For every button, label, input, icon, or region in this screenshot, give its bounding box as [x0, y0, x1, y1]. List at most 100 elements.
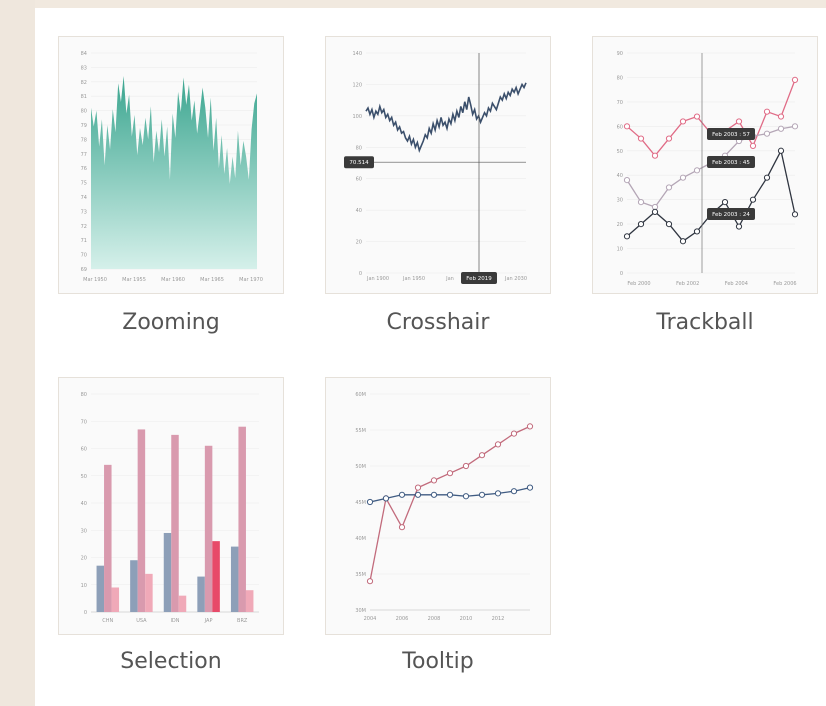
sample-card-tooltip[interactable]: 30M 35M 40M 45M 50M 55M 60M 2004 2006 2008 2010 201…	[325, 377, 551, 689]
y-tick-label: 40	[617, 173, 623, 179]
caption-tooltip: Tooltip	[402, 649, 474, 674]
x-tick-label: Jan 1950	[402, 276, 425, 282]
bar	[104, 464, 112, 612]
y-tick-label: 20	[617, 222, 623, 228]
chart-thumbnail-crosshair[interactable]: 0 20 40 60 80 100 120 140 70.514 Feb 2019 Jan 1900…	[325, 36, 551, 294]
sample-card-crosshair[interactable]: 0 20 40 60 80 100 120 140 70.514 Feb 2019 Jan 1900…	[325, 36, 551, 348]
x-tick-label: Feb 2004	[725, 281, 748, 287]
series-marker	[623, 233, 631, 240]
series-marker	[777, 113, 785, 120]
y-tick-label: 60	[617, 124, 623, 130]
series-marker	[693, 228, 701, 235]
chart-thumbnail-selection[interactable]: 0 10 20 30 40 50 60 70 80 CHN USA IDN JAP BRZ	[58, 377, 284, 635]
y-tick-label: 30M	[355, 608, 366, 614]
y-tick-label: 80	[617, 75, 623, 81]
selected-bar	[212, 541, 220, 612]
bar	[171, 434, 179, 612]
caption-crosshair: Crosshair	[386, 310, 490, 335]
y-tick-label: 100	[352, 114, 362, 120]
series-marker	[693, 167, 701, 174]
y-tick-label: 80	[81, 392, 87, 398]
x-tick-label: Jan	[445, 276, 454, 282]
series-marker	[446, 491, 454, 498]
x-tick-label: Mar 1970	[239, 277, 263, 283]
series-marker	[791, 123, 799, 130]
y-tick-label: 82	[81, 80, 87, 86]
series-marker	[510, 488, 518, 495]
series-marker	[478, 452, 486, 459]
series-marker	[510, 430, 518, 437]
x-tick-label: Feb 2002	[676, 281, 699, 287]
y-tick-label: 40	[356, 208, 362, 214]
series-marker	[665, 221, 673, 228]
series-marker	[366, 578, 374, 585]
y-tick-label: 60M	[355, 392, 366, 398]
series-marker	[777, 147, 785, 154]
series-marker	[665, 184, 673, 191]
x-tick-label: IDN	[170, 618, 179, 624]
series-marker	[721, 199, 729, 206]
y-tick-label: 83	[81, 65, 87, 71]
x-tick-label: BRZ	[237, 618, 248, 624]
sample-card-trackball[interactable]: 0 10 20 30 40 50 60 70 80 90 Feb 2003 : 57 Feb 2003…	[592, 36, 818, 348]
x-tick-label: CHN	[102, 618, 113, 624]
y-tick-label: 80	[81, 109, 87, 115]
y-tick-label: 10	[81, 583, 87, 589]
bar	[245, 590, 254, 612]
line-series	[369, 425, 531, 582]
series-marker	[430, 491, 438, 498]
series-marker	[763, 130, 771, 137]
series-marker	[398, 524, 406, 531]
y-tick-label: 50	[81, 474, 87, 480]
bar	[204, 445, 213, 612]
series-marker	[763, 174, 771, 181]
chart-thumbnail-zooming[interactable]: 69 70 71 72 73 74 75 76 77 78 79 80 81 82 83 84 Mar 1950…	[58, 36, 284, 294]
series-marker	[398, 491, 406, 498]
series-marker	[526, 484, 534, 491]
series-marker	[679, 174, 687, 181]
sample-card-zooming[interactable]: 69 70 71 72 73 74 75 76 77 78 79 80 81 82 83 84 Mar 1950…	[58, 36, 284, 348]
x-tick-label: Feb 2000	[627, 281, 650, 287]
series-marker	[749, 196, 757, 203]
bar	[238, 426, 246, 612]
y-tick-label: 40	[81, 501, 87, 507]
y-tick-label: 0	[620, 271, 623, 277]
x-tick-label: 2004	[364, 616, 377, 622]
series-marker	[414, 491, 422, 498]
sample-card-selection[interactable]: 0 10 20 30 40 50 60 70 80 CHN USA IDN JAP BRZ Selecti…	[58, 377, 284, 689]
bar	[145, 573, 153, 612]
series-marker	[462, 493, 470, 500]
y-tick-label: 90	[617, 51, 623, 57]
y-tick-label: 80	[356, 145, 362, 151]
bar	[197, 576, 205, 612]
series-marker	[430, 477, 438, 484]
series-marker	[623, 177, 631, 184]
y-tick-label: 30	[617, 198, 623, 204]
trackball-tooltip-label: Feb 2003 : 24	[712, 212, 750, 218]
series-marker	[735, 223, 743, 230]
y-tick-label: 40M	[355, 536, 366, 542]
series-marker	[651, 208, 659, 215]
x-tick-label: Feb 2006	[773, 281, 796, 287]
chart-thumbnail-tooltip[interactable]: 30M 35M 40M 45M 50M 55M 60M 2004 2006 2008 2010 201…	[325, 377, 551, 635]
chart-thumbnail-trackball[interactable]: 0 10 20 30 40 50 60 70 80 90 Feb 2003 : 57 Feb 2003…	[592, 36, 818, 294]
x-tick-label: Mar 1950	[83, 277, 107, 283]
caption-trackball: Trackball	[656, 310, 754, 335]
series-marker	[494, 490, 502, 497]
x-tick-label: JAP	[204, 618, 213, 624]
y-tick-label: 60	[81, 447, 87, 453]
series-marker	[478, 491, 486, 498]
y-tick-label: 60	[356, 177, 362, 183]
caption-zooming: Zooming	[122, 310, 220, 335]
crosshair-x-label: Feb 2019	[466, 276, 492, 282]
y-tick-label: 78	[81, 137, 87, 143]
series-marker	[651, 152, 659, 159]
y-tick-label: 74	[81, 195, 87, 201]
y-tick-label: 69	[81, 267, 87, 273]
y-tick-label: 71	[81, 238, 87, 244]
y-tick-label: 72	[81, 224, 87, 230]
caption-selection: Selection	[120, 649, 222, 674]
series-marker	[637, 135, 645, 142]
y-tick-label: 79	[81, 123, 87, 129]
y-tick-label: 45M	[355, 500, 366, 506]
